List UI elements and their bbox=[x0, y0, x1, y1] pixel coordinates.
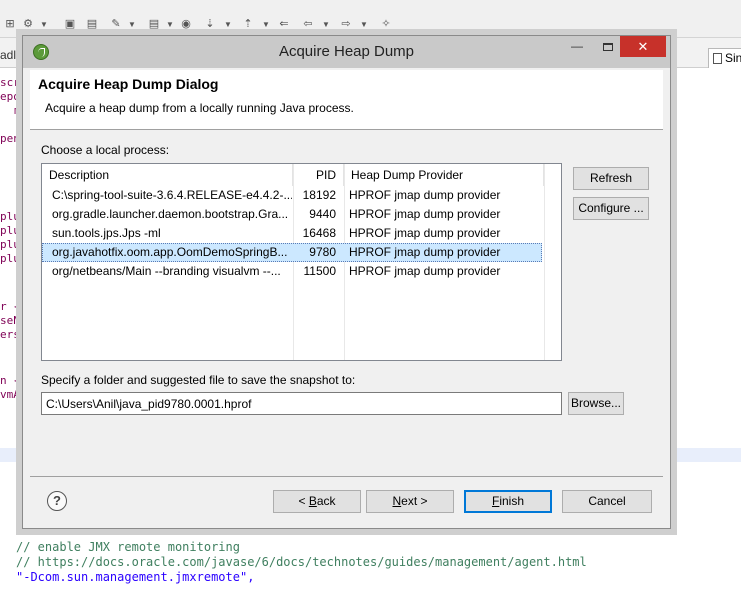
chevron-down-icon[interactable]: ▼ bbox=[40, 20, 48, 29]
code-fragment: r { bbox=[0, 300, 20, 313]
code-editor-fragments: scri epos m pen c plu plu plu plu r {seN ersi n {vm… bbox=[0, 68, 27, 538]
code-line: // https://docs.oracle.com/javase/6/docs… bbox=[16, 555, 587, 569]
back-button[interactable]: < Back bbox=[273, 490, 361, 513]
column-header-pid[interactable]: PID bbox=[293, 164, 344, 186]
chevron-down-icon[interactable]: ▼ bbox=[224, 20, 232, 29]
finish-rest: inish bbox=[499, 494, 525, 508]
cell-provider: HPROF jmap dump provider bbox=[349, 264, 501, 278]
cell-pid: 9780 bbox=[309, 245, 336, 259]
folder-icon[interactable]: ▤ bbox=[84, 16, 100, 32]
process-table[interactable]: Description PID Heap Dump Provider C:\sp… bbox=[41, 163, 562, 361]
cell-description: org/netbeans/Main --branding visualvm --… bbox=[52, 264, 281, 278]
cell-pid: 16468 bbox=[302, 226, 336, 240]
dialog-header-title: Acquire Heap Dump Dialog bbox=[38, 76, 219, 92]
back-rest: ack bbox=[316, 494, 336, 508]
cell-provider: HPROF jmap dump provider bbox=[349, 245, 501, 259]
code-fragment: m bbox=[14, 104, 21, 117]
code-fragment: plu bbox=[0, 252, 20, 265]
table-row[interactable]: C:\spring-tool-suite-3.6.4.RELEASE-e4.4.… bbox=[42, 186, 542, 205]
table-row[interactable]: org.javahotfix.oom.app.OomDemoSpringB...… bbox=[42, 243, 542, 262]
ide-toolbar: ⊞ ⚙ ▼ ▣ ▤ ✎ ▼ ▤ ▼ ◉ ⇣ ▼ ⇡ ▼ ⇐ ⇦ ▼ ⇨ ▼ ✧ bbox=[0, 0, 741, 38]
chevron-down-icon[interactable]: ▼ bbox=[322, 20, 330, 29]
column-header-provider[interactable]: Heap Dump Provider bbox=[344, 164, 544, 186]
pin-icon[interactable]: ✧ bbox=[378, 16, 394, 32]
cell-description: sun.tools.jps.Jps -ml bbox=[52, 226, 161, 240]
chevron-down-icon[interactable]: ▼ bbox=[128, 20, 136, 29]
next-button[interactable]: Next > bbox=[366, 490, 454, 513]
wand-icon[interactable]: ✎ bbox=[108, 16, 124, 32]
chevron-down-icon[interactable]: ▼ bbox=[166, 20, 174, 29]
code-fragment: seN bbox=[0, 314, 20, 327]
forward-arrow-icon[interactable]: ⇨ bbox=[338, 16, 354, 32]
toolbar-icon[interactable]: ⊞ bbox=[2, 16, 18, 32]
cell-pid: 9440 bbox=[309, 207, 336, 221]
chevron-down-icon[interactable]: ▼ bbox=[262, 20, 270, 29]
next-mnemonic: N bbox=[392, 494, 402, 508]
file-icon bbox=[713, 53, 722, 64]
code-fragment: n { bbox=[0, 374, 20, 387]
code-fragment: pen bbox=[0, 132, 20, 145]
cancel-button[interactable]: Cancel bbox=[562, 490, 652, 513]
code-fragment: plu bbox=[0, 238, 20, 251]
run-icon[interactable]: ⚙ bbox=[20, 16, 36, 32]
code-fragment: plu bbox=[0, 224, 20, 237]
cell-pid: 18192 bbox=[302, 188, 336, 202]
next-annotation-icon[interactable]: ⇣ bbox=[202, 16, 218, 32]
table-row[interactable]: sun.tools.jps.Jps -ml 16468 HPROF jmap dum… bbox=[42, 224, 542, 243]
new-package-icon[interactable]: ▣ bbox=[62, 16, 78, 32]
dialog-header-message: Acquire a heap dump from a locally runni… bbox=[45, 101, 354, 115]
chevron-down-icon[interactable]: ▼ bbox=[360, 20, 368, 29]
cell-provider: HPROF jmap dump provider bbox=[349, 226, 501, 240]
back-prefix: < bbox=[298, 494, 309, 508]
dialog-content: Choose a local process: Description PID … bbox=[30, 131, 663, 476]
refresh-button[interactable]: Refresh bbox=[573, 167, 649, 190]
configure-button[interactable]: Configure ... bbox=[573, 197, 649, 220]
process-label: Choose a local process: bbox=[41, 143, 170, 157]
table-row[interactable]: org/netbeans/Main --branding visualvm --… bbox=[42, 262, 542, 281]
last-edit-icon[interactable]: ⇐ bbox=[276, 16, 292, 32]
next-rest: ext > bbox=[401, 494, 428, 508]
editor-tab-label: Sin bbox=[725, 51, 741, 65]
minimize-icon[interactable]: — bbox=[563, 36, 591, 57]
snapshot-path-input[interactable] bbox=[41, 392, 562, 415]
footer-separator bbox=[30, 476, 663, 477]
table-row[interactable]: org.gradle.launcher.daemon.bootstrap.Gra… bbox=[42, 205, 542, 224]
cell-pid: 11500 bbox=[303, 264, 336, 278]
help-icon[interactable]: ? bbox=[47, 491, 67, 511]
folder-label: Specify a folder and suggested file to s… bbox=[41, 373, 356, 387]
editor-tab-fragment[interactable]: adle bbox=[0, 48, 23, 62]
back-arrow-icon[interactable]: ⇦ bbox=[300, 16, 316, 32]
globe-icon[interactable]: ◉ bbox=[178, 16, 194, 32]
cell-provider: HPROF jmap dump provider bbox=[349, 188, 501, 202]
acquire-heap-dump-dialog: Acquire Heap Dump — ✕ Acquire Heap Dump … bbox=[22, 35, 671, 529]
cell-description: org.gradle.launcher.daemon.bootstrap.Gra… bbox=[52, 207, 289, 221]
column-header-description[interactable]: Description bbox=[42, 164, 293, 186]
cell-description: C:\spring-tool-suite-3.6.4.RELEASE-e4.4.… bbox=[52, 188, 292, 202]
dialog-titlebar[interactable]: Acquire Heap Dump — ✕ bbox=[23, 36, 670, 68]
code-line: "-Dcom.sun.management.jmxremote", bbox=[16, 570, 255, 584]
column-divider bbox=[544, 164, 545, 360]
close-icon[interactable]: ✕ bbox=[620, 36, 666, 57]
dialog-header-banner: Acquire Heap Dump Dialog Acquire a heap … bbox=[30, 70, 663, 130]
browse-button[interactable]: Browse... bbox=[568, 392, 624, 415]
editor-tab-right[interactable]: Sin bbox=[708, 48, 741, 68]
cell-provider: HPROF jmap dump provider bbox=[349, 207, 501, 221]
code-editor[interactable]: // enable JMX remote monitoring// https:… bbox=[16, 540, 736, 585]
finish-button[interactable]: Finish bbox=[464, 490, 552, 513]
code-fragment: plu bbox=[0, 210, 20, 223]
cell-description: org.javahotfix.oom.app.OomDemoSpringB... bbox=[52, 245, 288, 259]
prev-annotation-icon[interactable]: ⇡ bbox=[240, 16, 256, 32]
back-mnemonic: B bbox=[308, 494, 317, 508]
maximize-icon[interactable] bbox=[594, 36, 622, 57]
open-folder-icon[interactable]: ▤ bbox=[146, 16, 162, 32]
code-line: // enable JMX remote monitoring bbox=[16, 540, 240, 554]
